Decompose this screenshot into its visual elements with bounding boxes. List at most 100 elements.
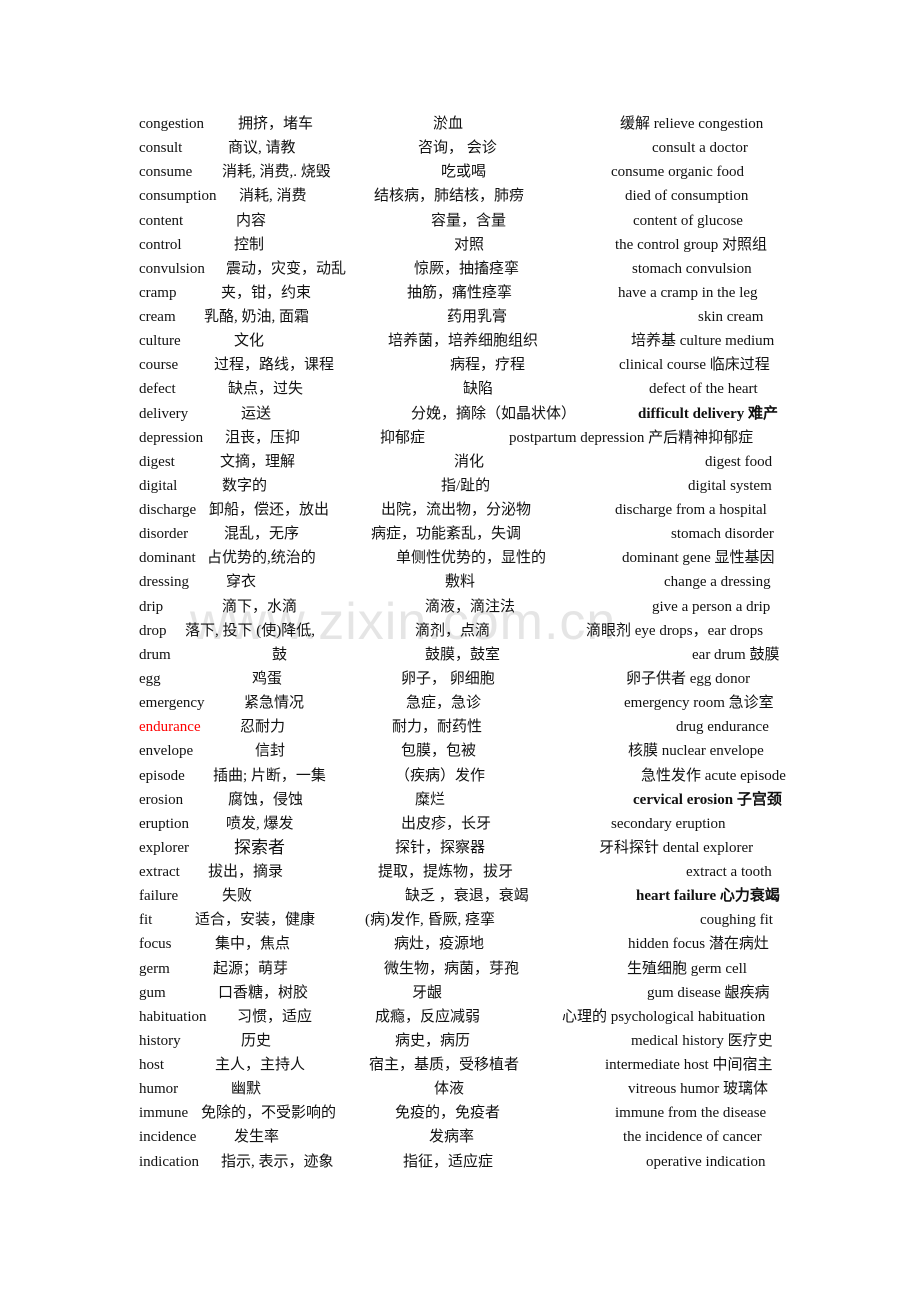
medical-meaning: 牙龈 [412, 984, 443, 1001]
vocab-row-defect: defect 缺点，过失 缺陷 defect of the heart [0, 378, 920, 400]
example-phrase: intermediate host 中间宿主 [605, 1057, 773, 1074]
term: extract [139, 864, 180, 881]
general-meaning: 信封 [255, 743, 286, 760]
medical-meaning: 成瘾，反应减弱 [375, 1008, 481, 1025]
vocab-row-germ: germ 起源；萌芽 微生物，病菌，芽孢 生殖细胞 germ cell [0, 958, 920, 980]
term: egg [139, 670, 161, 687]
term: explorer [139, 839, 189, 856]
medical-meaning: 敷料 [445, 574, 476, 591]
vocab-row-discharge: discharge 卸船，偿还，放出 出院，流出物，分泌物 discharge fro… [0, 499, 920, 521]
medical-meaning: 抑郁症 [380, 429, 426, 446]
example-phrase: give a person a drip [652, 598, 771, 615]
term: dressing [139, 574, 189, 591]
vocab-row-focus: focus 集中，焦点 病灶，疫源地 hidden focus 潜在病灶 [0, 933, 920, 955]
term: digital [139, 477, 178, 494]
example-phrase: 生殖细胞 germ cell [627, 960, 747, 977]
term: incidence [139, 1129, 197, 1146]
general-meaning: 起源；萌芽 [213, 960, 289, 977]
general-meaning: 失败 [222, 888, 253, 905]
term: germ [139, 960, 170, 977]
example-phrase: cervical erosion 子宫颈 [633, 791, 782, 808]
general-meaning: 幽默 [231, 1081, 262, 1098]
example-phrase: 心理的 psychological habituation [562, 1008, 766, 1025]
example-phrase: defect of the heart [649, 381, 758, 398]
vocab-row-disorder: disorder 混乱，无序 病症，功能紊乱，失调 stomach disorder [0, 523, 920, 545]
example-phrase: skin cream [698, 309, 764, 326]
general-meaning: 消耗, 消费,. 烧毁 [222, 164, 331, 181]
term: history [139, 1032, 181, 1049]
example-phrase: consult a doctor [652, 140, 748, 157]
term: delivery [139, 405, 189, 422]
general-meaning: 历史 [241, 1032, 272, 1049]
term: cream [139, 309, 176, 326]
vocab-row-digital: digital 数字的 指/趾的 digital system [0, 475, 920, 497]
medical-meaning: 结核病，肺结核，肺痨 [374, 188, 525, 205]
general-meaning: 紧急情况 [244, 695, 305, 712]
vocab-row-course: course 过程，路线，课程 病程，疗程 clinical course 临床过程 [0, 354, 920, 376]
general-meaning: 缺点，过失 [228, 381, 304, 398]
vocab-row-drum: drum 鼓 鼓膜，鼓室 ear drum 鼓膜 [0, 644, 920, 666]
general-meaning: 滴下，水滴 [222, 598, 298, 615]
medical-meaning: 咨询， 会诊 [418, 140, 497, 157]
example-phrase: secondary eruption [611, 815, 726, 832]
general-meaning: 夹，钳，约束 [221, 284, 312, 301]
example-phrase: the incidence of cancer [623, 1129, 762, 1146]
vocab-row-erosion: erosion 腐蚀，侵蚀 糜烂 cervical erosion 子宫颈 [0, 789, 920, 811]
term: course [139, 357, 179, 374]
vocab-row-content: content 内容 容量，含量 content of glucose [0, 210, 920, 232]
example-phrase: vitreous humor 玻璃体 [628, 1081, 768, 1098]
medical-meaning: 病灶，疫源地 [394, 936, 485, 953]
term: defect [139, 381, 176, 398]
example-phrase: digest food [705, 453, 773, 470]
term: envelope [139, 743, 194, 760]
example-phrase: clinical course 临床过程 [619, 357, 770, 374]
medical-meaning: 单侧性优势的，显性的 [396, 550, 547, 567]
medical-meaning: 耐力，耐药性 [392, 719, 483, 736]
general-meaning: 拥挤，堵车 [238, 116, 314, 132]
general-meaning: 文化 [234, 333, 265, 350]
term: episode [139, 767, 185, 784]
general-meaning: 文摘，理解 [220, 453, 296, 470]
general-meaning: 口香糖，树胶 [218, 984, 309, 1001]
vocab-row-drop: drop 落下, 投下 (使)降低, 滴剂，点滴 滴眼剂 eye drops，ear … [0, 620, 920, 642]
term: consumption [139, 188, 217, 205]
example-phrase: hidden focus 潜在病灶 [628, 936, 769, 953]
example-phrase: difficult delivery 难产 [638, 405, 778, 422]
term: indication [139, 1153, 199, 1170]
general-meaning: 沮丧，压抑 [225, 429, 301, 446]
medical-meaning: 滴剂，点滴 [415, 622, 491, 639]
medical-meaning: 探针，探察器 [395, 839, 486, 856]
term: habituation [139, 1008, 207, 1025]
term: focus [139, 936, 172, 953]
term: depression [139, 429, 204, 446]
vocab-row-immune: immune 免除的，不受影响的 免疫的，免疫者 immune from the di… [0, 1102, 920, 1124]
example-phrase: heart failure 心力衰竭 [636, 888, 780, 905]
medical-meaning: 消化 [454, 453, 485, 470]
term: congestion [139, 116, 204, 132]
medical-meaning: 指/趾的 [441, 477, 491, 494]
example-phrase: have a cramp in the leg [618, 284, 758, 301]
medical-meaning: 培养菌，培养细胞组织 [388, 333, 539, 350]
vocab-row-dominant: dominant 占优势的,统治的 单侧性优势的，显性的 dominant gene … [0, 547, 920, 569]
term: disorder [139, 526, 189, 543]
vocab-row-egg: egg 鸡蛋 卵子， 卵细胞 卵子供者 egg donor [0, 668, 920, 690]
vocab-row-drip: drip 滴下，水滴 滴液，滴注法 give a person a drip [0, 596, 920, 618]
medical-meaning: 滴液，滴注法 [425, 598, 516, 615]
general-meaning: 集中，焦点 [215, 936, 291, 953]
medical-meaning: （疾病）发作 [395, 767, 486, 784]
example-phrase: 培养基 culture medium [631, 333, 775, 350]
medical-meaning: 病程，疗程 [450, 357, 526, 374]
general-meaning: 免除的，不受影响的 [201, 1105, 337, 1122]
vocab-row-culture: culture 文化 培养菌，培养细胞组织 培养基 culture medium [0, 330, 920, 352]
medical-meaning: (病)发作, 昏厥, 痉挛 [365, 912, 495, 929]
term: humor [139, 1081, 179, 1098]
example-phrase: drug endurance [676, 719, 769, 736]
medical-meaning: 出院，流出物，分泌物 [381, 502, 532, 519]
example-phrase: discharge from a hospital [615, 502, 767, 519]
vocab-row-cramp: cramp 夹，钳，约束 抽筋，痛性痉挛 have a cramp in the le… [0, 282, 920, 304]
term: dominant [139, 550, 196, 567]
term: digest [139, 453, 175, 470]
vocab-row-history: history 历史 病史，病历 medical history 医疗史 [0, 1030, 920, 1052]
vocab-row-endurance: endurance 忍耐力 耐力，耐药性 drug endurance [0, 716, 920, 738]
vocab-row-indication: indication 指示, 表示，迹象 指征，适应症 operative indic… [0, 1151, 920, 1173]
